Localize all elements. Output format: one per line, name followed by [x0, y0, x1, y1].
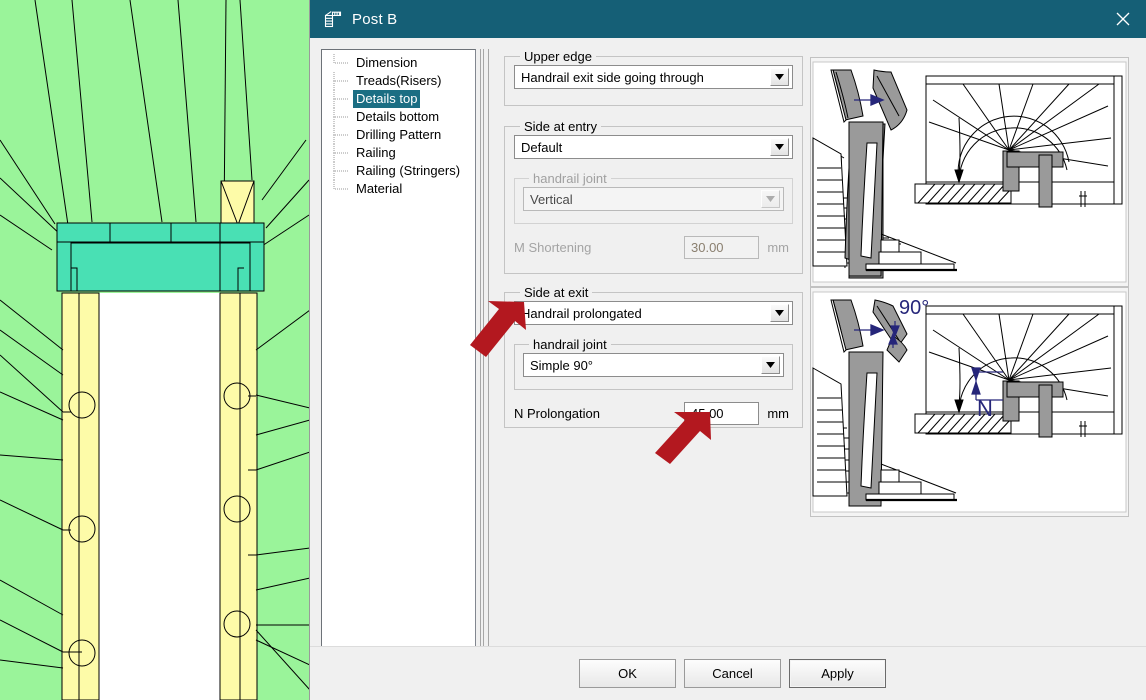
close-icon[interactable]: [1100, 0, 1146, 38]
tree-elbow-icon: [333, 90, 348, 108]
upper-edge-group: Upper edge Handrail exit side going thro…: [504, 49, 803, 106]
tree-item-details-bottom[interactable]: Details bottom: [322, 108, 475, 126]
side-at-exit-value: Handrail prolongated: [521, 305, 642, 321]
tree-item-label: Railing (Stringers): [356, 163, 461, 178]
tree-elbow-icon: [333, 72, 348, 90]
side-at-entry-combo[interactable]: Default: [514, 135, 793, 159]
upper-edge-combo[interactable]: Handrail exit side going through: [514, 65, 793, 89]
side-at-exit-legend: Side at exit: [524, 285, 589, 300]
tree-item-railing-stringers[interactable]: Railing (Stringers): [322, 162, 475, 180]
shortening-row: M Shortening 30.00 mm: [514, 235, 793, 259]
cad-drawing: [0, 0, 310, 700]
tree-elbow-icon: [333, 162, 348, 180]
n-dimension-annotation: N: [977, 396, 993, 421]
shortening-unit: mm: [767, 239, 789, 255]
tree-item-label: Railing: [356, 145, 396, 160]
dialog-body: Dimension Treads(Risers) Details top Det…: [310, 38, 1146, 700]
shortening-label: M Shortening: [514, 239, 592, 255]
handrail-exit-diagram: 90° N: [810, 287, 1129, 517]
prolongation-input[interactable]: 45.00: [684, 401, 759, 425]
exit-handrail-joint-combo[interactable]: Simple 90°: [523, 353, 784, 377]
handrail-entry-diagram: [810, 57, 1129, 287]
cad-viewport[interactable]: [0, 0, 310, 700]
dialog-titlebar[interactable]: Post B: [310, 0, 1146, 38]
chevron-down-icon[interactable]: [770, 304, 789, 322]
side-at-entry-legend: Side at entry: [524, 119, 597, 134]
chevron-down-icon: [761, 190, 780, 208]
tree-item-label: Treads(Risers): [356, 73, 442, 88]
tree-item-dimension[interactable]: Dimension: [322, 54, 475, 72]
upper-edge-legend: Upper edge: [524, 49, 592, 64]
tree-item-label: Details top: [353, 90, 421, 108]
tree-item-railing[interactable]: Railing: [322, 144, 475, 162]
exit-handrail-joint-group: handrail joint Simple 90°: [514, 337, 793, 390]
tree-elbow-icon: [333, 108, 348, 126]
side-at-exit-combo[interactable]: Handrail prolongated: [514, 301, 793, 325]
side-at-entry-group: Side at entry Default handrail joint Ver…: [504, 119, 803, 274]
tree-elbow-icon: [333, 144, 348, 162]
details-top-form: Upper edge Handrail exit side going thro…: [504, 49, 803, 428]
dialog-footer: OK Cancel Apply: [310, 646, 1146, 700]
entry-handrail-joint-legend: handrail joint: [533, 171, 607, 186]
prolongation-row: N Prolongation 45.00 mm: [514, 401, 793, 425]
ok-button[interactable]: OK: [579, 659, 676, 688]
angle-annotation: 90°: [899, 297, 929, 319]
settings-category-tree[interactable]: Dimension Treads(Risers) Details top Det…: [321, 49, 476, 659]
footer-divider: [310, 646, 1146, 647]
panel-splitter[interactable]: [480, 49, 489, 659]
tree-elbow-icon: [333, 126, 348, 144]
upper-edge-value: Handrail exit side going through: [521, 69, 704, 85]
exit-handrail-joint-legend: handrail joint: [533, 337, 607, 352]
prolongation-unit: mm: [767, 405, 789, 421]
chevron-down-icon[interactable]: [770, 68, 789, 86]
side-at-entry-value: Default: [521, 139, 563, 155]
tree-item-drilling-pattern[interactable]: Drilling Pattern: [322, 126, 475, 144]
prolongation-label: N Prolongation: [514, 405, 600, 421]
tree-item-treads-risers[interactable]: Treads(Risers): [322, 72, 475, 90]
tree-item-material[interactable]: Material: [322, 180, 475, 198]
side-at-exit-group: Side at exit Handrail prolongated handra…: [504, 285, 803, 428]
cancel-button[interactable]: Cancel: [684, 659, 781, 688]
stair-post-icon: [324, 11, 342, 28]
entry-handrail-joint-value: Vertical: [530, 191, 573, 207]
chevron-down-icon[interactable]: [761, 356, 780, 374]
tree-item-label: Details bottom: [356, 109, 440, 124]
tree-elbow-icon: [333, 180, 348, 190]
post-b-dialog: Post B Dimension Treads(Risers) Details …: [309, 0, 1146, 700]
tree-item-details-top[interactable]: Details top: [322, 90, 475, 108]
tree-item-label: Material: [356, 181, 403, 196]
chevron-down-icon[interactable]: [770, 138, 789, 156]
tree-item-label: Dimension: [356, 55, 418, 70]
dialog-title: Post B: [352, 10, 398, 28]
tree-elbow-icon: [333, 54, 348, 64]
exit-handrail-joint-value: Simple 90°: [530, 357, 594, 373]
entry-handrail-joint-group: handrail joint Vertical: [514, 171, 793, 224]
entry-handrail-joint-combo: Vertical: [523, 187, 784, 211]
shortening-input: 30.00: [684, 235, 759, 259]
apply-button[interactable]: Apply: [789, 659, 886, 688]
tree-item-label: Drilling Pattern: [356, 127, 442, 142]
